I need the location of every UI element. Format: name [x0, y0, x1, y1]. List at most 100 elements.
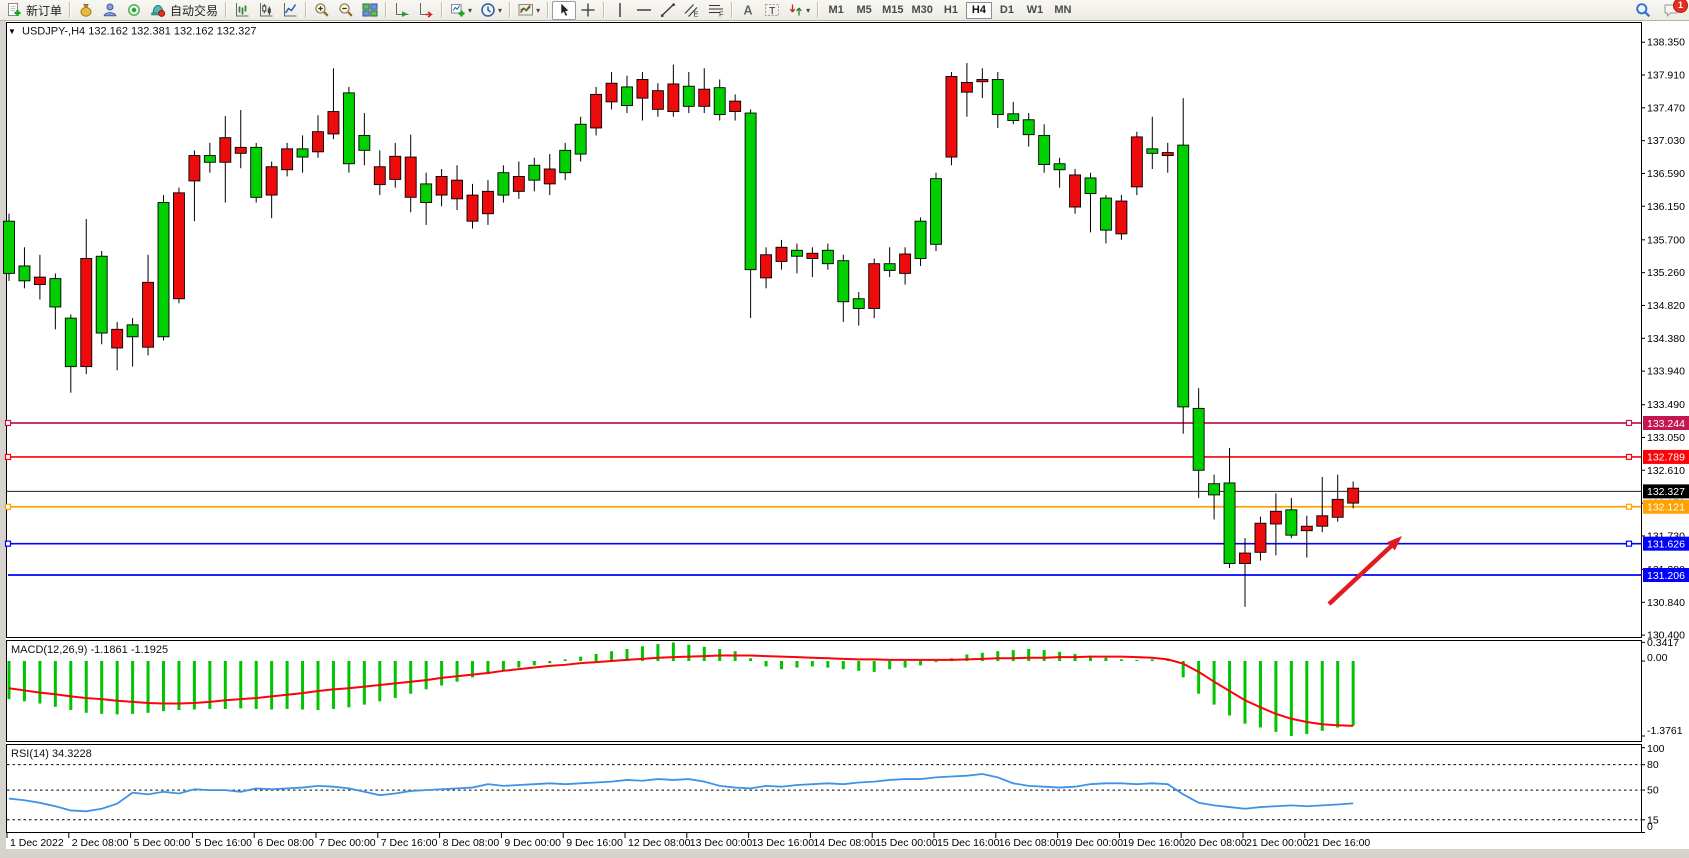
zoom-in-button[interactable] [310, 1, 334, 20]
macd-bar [888, 661, 891, 669]
new-order-button[interactable]: 新订单 [2, 1, 66, 20]
chart-line-button[interactable] [278, 1, 302, 20]
horizontal-line-button[interactable] [632, 1, 656, 20]
chart-period-button[interactable]: ▾ [476, 1, 506, 20]
candle [915, 221, 926, 258]
candle [529, 165, 540, 180]
timeframe-w1-button[interactable]: W1 [1022, 2, 1048, 19]
macd-bar [687, 645, 690, 661]
chart-template-button[interactable]: ▾ [514, 1, 544, 20]
fibonacci-button[interactable]: F [704, 1, 728, 20]
macd-bar [8, 661, 11, 699]
timeframe-mn-button[interactable]: MN [1050, 2, 1076, 19]
crosshair-button[interactable] [576, 1, 600, 20]
macd-axis-label: 0.00 [1647, 652, 1668, 664]
arrows-button[interactable]: ▾ [784, 1, 814, 20]
text-label-button[interactable]: T [760, 1, 784, 20]
hline-handle[interactable] [6, 421, 11, 426]
timeframe-m1-button[interactable]: M1 [823, 2, 849, 19]
hline-handle[interactable] [1627, 454, 1632, 459]
macd-bar [255, 661, 258, 709]
macd-bar [440, 661, 443, 686]
ea-hat-icon [150, 2, 166, 18]
macd-bar [1321, 661, 1324, 731]
metaeditor-button[interactable] [74, 1, 98, 20]
chart-line-icon [282, 2, 298, 18]
hline-handle[interactable] [1627, 541, 1632, 546]
hline-handle[interactable] [6, 541, 11, 546]
candle [1348, 488, 1359, 503]
time-axis-label: 21 Dec 16:00 [1308, 837, 1371, 849]
trendline-button[interactable] [656, 1, 680, 20]
candle [730, 101, 741, 111]
price-axis-tick-label: 130.840 [1647, 597, 1685, 609]
time-axis-label: 13 Dec 00:00 [690, 837, 753, 849]
crosshair-icon [580, 2, 596, 18]
candle [931, 179, 942, 245]
candle [436, 176, 447, 195]
zoom-out-button[interactable] [334, 1, 358, 20]
time-axis-label: 2 Dec 08:00 [72, 837, 129, 849]
candle [961, 82, 972, 92]
rsi-axis-label: 50 [1647, 785, 1659, 797]
macd-bar [935, 661, 938, 662]
macd-bar [224, 661, 227, 709]
candle [560, 150, 571, 172]
tile-windows-button[interactable] [358, 1, 382, 20]
macd-bar [394, 661, 397, 698]
chart-bars-button[interactable] [230, 1, 254, 20]
chart-area[interactable]: ▼138.350137.910137.470137.030136.590136.… [0, 21, 1689, 858]
hline-handle[interactable] [6, 504, 11, 509]
macd-bar [795, 661, 798, 668]
tiles-icon [362, 2, 378, 18]
macd-bar [38, 661, 41, 704]
macd-bar [456, 661, 459, 682]
macd-bar [857, 661, 860, 671]
cursor-button[interactable] [552, 1, 576, 20]
chart-bars-icon [234, 2, 250, 18]
profile-button[interactable] [98, 1, 122, 20]
main-toolbar: 新订单自动交易▾▾▾EFAT▾M1M5M15M30H1H4D1W1MN1 [0, 0, 1689, 21]
auto-scroll-button[interactable] [390, 1, 414, 20]
timeframe-m30-button[interactable]: M30 [909, 2, 936, 19]
text-button[interactable]: A [736, 1, 760, 20]
signal-icon [126, 2, 142, 18]
timeframe-d1-button[interactable]: D1 [994, 2, 1020, 19]
chart-shift-button[interactable] [414, 1, 438, 20]
timeframe-h4-button[interactable]: H4 [966, 2, 992, 19]
candle [699, 89, 710, 106]
candle [220, 138, 231, 163]
timeframe-h1-button[interactable]: H1 [938, 2, 964, 19]
candle [544, 169, 555, 184]
candle [1193, 408, 1204, 470]
search-button[interactable] [1631, 1, 1655, 20]
macd-bar [1120, 659, 1123, 661]
macd-pane[interactable] [7, 641, 1642, 742]
hline-handle[interactable] [1627, 421, 1632, 426]
candle [683, 86, 694, 106]
candle [421, 184, 432, 203]
search-icon [1635, 2, 1651, 18]
signals-button[interactable] [122, 1, 146, 20]
equidistant-channel-button[interactable]: E [680, 1, 704, 20]
candle [946, 77, 957, 158]
timeframe-m5-button[interactable]: M5 [851, 2, 877, 19]
macd-bar [69, 661, 72, 710]
time-axis-label: 21 Dec 00:00 [1246, 837, 1309, 849]
macd-bar [54, 661, 57, 707]
macd-bar [425, 661, 428, 689]
hline-handle[interactable] [1627, 504, 1632, 509]
chart-candles-button[interactable] [254, 1, 278, 20]
price-axis-tick-label: 136.590 [1647, 168, 1685, 180]
new-chart-button[interactable]: ▾ [446, 1, 476, 20]
candle [65, 318, 76, 366]
macd-bar [1290, 661, 1293, 736]
toolbar-separator [225, 2, 227, 18]
autotrading-button[interactable]: 自动交易 [146, 1, 222, 20]
chart-collapse-icon[interactable]: ▼ [8, 27, 16, 36]
vertical-line-button[interactable] [608, 1, 632, 20]
notifications-button[interactable]: 1 [1659, 1, 1683, 20]
hline-handle[interactable] [6, 454, 11, 459]
macd-bar [826, 661, 829, 668]
timeframe-m15-button[interactable]: M15 [879, 2, 906, 19]
